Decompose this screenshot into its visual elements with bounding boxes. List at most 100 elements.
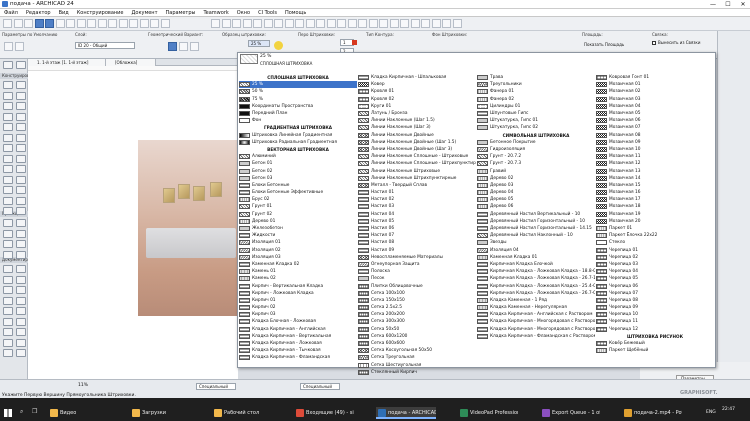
pattern-item[interactable]: Координаты Пространства (239, 103, 357, 110)
pattern-item[interactable]: Паркет Ёлочка 22x22 (596, 232, 714, 239)
pattern-item[interactable]: Кирпич - Ложковая Кладка (239, 290, 357, 297)
pattern-item[interactable]: Паркет Щебёный (596, 347, 714, 354)
fill-pattern-select[interactable]: 25 % (248, 40, 270, 47)
pattern-item[interactable]: Сетка 600х600 (358, 340, 476, 347)
pattern-item[interactable]: Черепица 10 (596, 311, 714, 318)
pattern-item[interactable]: Треугольники (477, 81, 595, 88)
tool-icon[interactable] (3, 91, 13, 100)
toolbar-icon[interactable] (221, 19, 231, 28)
pattern-item[interactable]: Грунт 02 (239, 211, 357, 218)
pattern-item[interactable]: Черепица 11 (596, 318, 714, 325)
pattern-item[interactable]: Мозаичная 11 (596, 153, 714, 160)
pattern-item[interactable]: Черепица 06 (596, 282, 714, 289)
toolbar-icon[interactable] (421, 19, 430, 28)
toolbar-icon[interactable] (55, 19, 65, 28)
clock-time[interactable]: 22:47 (722, 407, 735, 412)
tool-icon[interactable] (16, 133, 26, 142)
tool-icon[interactable] (16, 123, 26, 131)
toolbar-icon[interactable] (139, 19, 149, 28)
pattern-item[interactable]: Линии Наклонные (Шаг 1.5) (358, 117, 476, 124)
pattern-item[interactable]: Мозаичная 06 (596, 117, 714, 124)
tool-icon[interactable] (16, 349, 26, 357)
pattern-item[interactable]: Мозаичная 02 (596, 88, 714, 95)
pattern-item[interactable]: Кладка Кирпичная - Многорядовая с Раство… (477, 318, 595, 325)
tool-icon[interactable] (16, 207, 26, 215)
menu-8[interactable]: CI Tools (254, 9, 281, 17)
toolbar-icon[interactable] (274, 19, 283, 28)
pattern-item[interactable]: Полоска (358, 268, 476, 275)
tool-icon[interactable] (16, 196, 26, 205)
toolbar-icon[interactable] (87, 19, 96, 28)
tool-icon[interactable] (16, 186, 26, 194)
menu-4[interactable]: Документ (128, 9, 162, 17)
pattern-item[interactable]: Звезды (477, 239, 595, 246)
tool-icon[interactable] (3, 112, 13, 121)
rotated-rect-icon[interactable] (190, 42, 199, 51)
search-icon[interactable]: ⌕ (20, 408, 23, 416)
pattern-item[interactable]: Цилиндры 01 (477, 103, 595, 110)
toolbar-icon[interactable] (389, 19, 399, 28)
pattern-item[interactable]: Кирпич 01 (239, 297, 357, 304)
tool-icon[interactable] (3, 317, 13, 326)
pattern-item[interactable]: Кирпичная Кладка - Ложковая Кладка - 26.… (477, 275, 595, 282)
tool-icon[interactable] (16, 219, 26, 227)
pattern-item[interactable]: Черепица 02 (596, 254, 714, 261)
pattern-item[interactable]: Черепица 09 (596, 304, 714, 311)
pattern-item[interactable]: Сетка 50х50 (358, 326, 476, 333)
pattern-item[interactable]: Алюминий (239, 153, 357, 160)
pattern-item[interactable]: Песок (358, 275, 476, 282)
pattern-item[interactable]: Мозаичная 03 (596, 96, 714, 103)
pattern-item[interactable]: Мозаичная 04 (596, 103, 714, 110)
toolbar-icon[interactable] (34, 19, 44, 28)
taskbar-item[interactable]: Входящие (49) - sil... (294, 407, 354, 419)
pattern-item[interactable]: Кладка Кирпичная - Фламандская с Раствор… (477, 333, 595, 340)
tool-icon[interactable] (3, 296, 13, 305)
scale-select-2[interactable]: Специальный (300, 383, 340, 390)
pattern-item[interactable]: Мозаичная 17 (596, 196, 714, 203)
pattern-item[interactable]: Настил 05 (358, 218, 476, 225)
pattern-item[interactable]: Мозаичная 05 (596, 110, 714, 117)
toolbar-icon[interactable] (263, 19, 273, 28)
pattern-item[interactable]: Дерево 05 (477, 196, 595, 203)
pattern-item[interactable]: Изоляция 02 (239, 247, 357, 254)
pattern-item[interactable]: Настил 02 (358, 196, 476, 203)
layer-select[interactable]: ID 20 - Общий (75, 42, 135, 49)
toolbar-icon[interactable] (242, 19, 252, 28)
pattern-item[interactable]: Круги 01 (358, 103, 476, 110)
pattern-item[interactable]: Изоляция 03 (239, 254, 357, 261)
pattern-item[interactable]: Деревянный Настил Наклонный - 10 (477, 232, 595, 239)
tool-icon[interactable] (3, 275, 13, 284)
pattern-item[interactable]: Плитки Облицовочные (358, 282, 476, 289)
menu-7[interactable]: Окно (233, 9, 254, 17)
toolbar-icon[interactable] (400, 19, 409, 28)
pattern-item[interactable]: Паркет 01 (596, 225, 714, 232)
tool-icon[interactable] (3, 349, 13, 357)
toolbar-icon[interactable] (410, 19, 420, 28)
pattern-item[interactable]: Фон (239, 117, 357, 124)
tool-icon[interactable] (16, 307, 26, 315)
toolbar-icon[interactable] (118, 19, 128, 28)
menu-2[interactable]: Вид (55, 9, 73, 17)
pattern-item[interactable]: Черепица 08 (596, 297, 714, 304)
toolbar-icon[interactable] (295, 19, 304, 28)
menu-5[interactable]: Параметры (162, 9, 200, 17)
pattern-item[interactable]: Жидкости (239, 232, 357, 239)
toolbar-icon[interactable] (305, 19, 315, 28)
menu-1[interactable]: Редактор (22, 9, 55, 17)
language-indicator[interactable]: ENG (706, 410, 716, 415)
pattern-item[interactable]: 50 % (239, 88, 357, 95)
tool-icon[interactable] (16, 144, 26, 152)
toolbox-section-0[interactable]: Конструирование (0, 73, 39, 79)
taskbar-item[interactable]: VideoPad Professiona... (458, 407, 518, 419)
pattern-item[interactable]: Кладка Кирпичная - Вертикальная (239, 333, 357, 340)
pattern-item[interactable]: Блоки Бетонные Эффективные (239, 189, 357, 196)
pattern-item[interactable]: Линии Наклонные Двойные (Шаг 3) (358, 146, 476, 153)
menu-6[interactable]: Teamwork (199, 9, 232, 17)
tool-icon[interactable] (3, 144, 13, 152)
pattern-item[interactable]: Мозаичная 19 (596, 211, 714, 218)
pattern-item[interactable]: Мозаичная 08 (596, 132, 714, 139)
tool-icon[interactable] (3, 286, 13, 294)
tool-icon[interactable] (16, 154, 26, 163)
pattern-item[interactable]: Кладка Кирпичная - Английская (239, 326, 357, 333)
tab-floor-plan[interactable]: 1. 1-й этаж [1. 1-й этаж] (28, 59, 106, 66)
